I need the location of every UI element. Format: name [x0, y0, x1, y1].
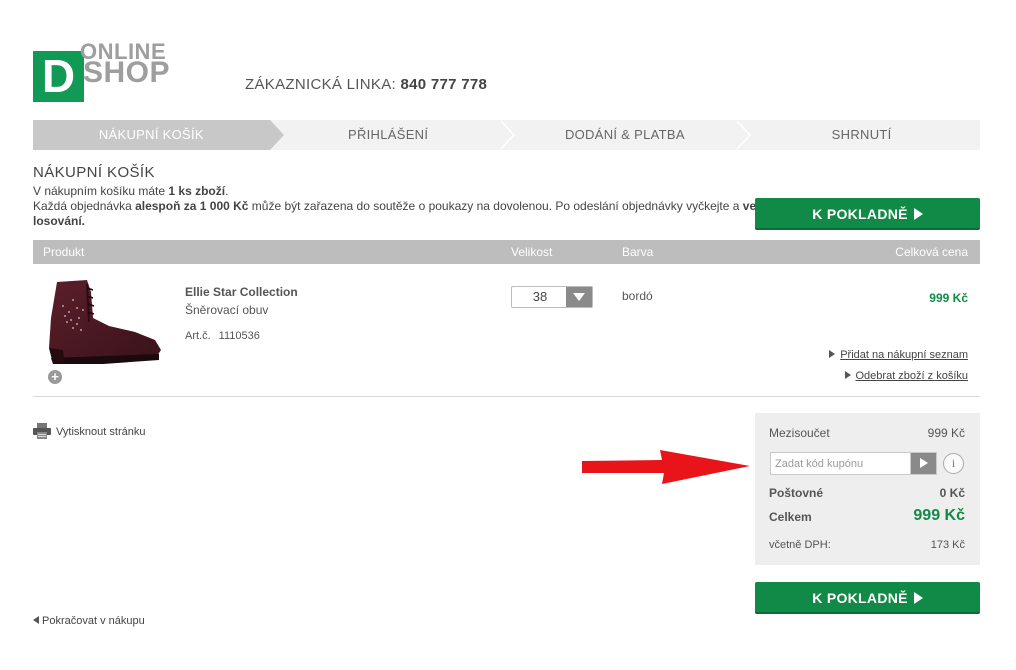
burgundy-ankle-boot-image[interactable]	[43, 278, 165, 366]
arrow-right-icon	[844, 371, 851, 379]
coupon-submit-button[interactable]	[910, 453, 936, 474]
remove-from-cart-link[interactable]: Odebrat zboží z košíku	[844, 370, 969, 382]
step-cart-label: NÁKUPNÍ KOŠÍK	[98, 127, 204, 142]
red-arrow-annotation	[582, 450, 750, 484]
product-type: Šněrovací obuv	[185, 303, 269, 317]
checkout-button-label: K POKLADNĚ	[812, 206, 908, 222]
product-name[interactable]: Ellie Star Collection	[185, 285, 298, 299]
size-select[interactable]: 38	[511, 286, 593, 308]
hotline-number: 840 777 778	[400, 76, 488, 93]
total-label: Celkem	[769, 510, 812, 524]
arrow-left-icon	[33, 616, 39, 624]
product-price: 999 Kč	[929, 291, 968, 305]
step-login-label: PŘIHLÁŠENÍ	[347, 127, 429, 142]
play-icon	[913, 208, 923, 220]
printer-icon	[33, 423, 51, 439]
customer-hotline: ZÁKAZNICKÁ LINKA: 840 777 778	[245, 76, 487, 93]
logo-letter: D	[41, 50, 76, 102]
checkout-steps: NÁKUPNÍ KOŠÍK PŘIHLÁŠENÍ DODÁNÍ & PLATBA…	[33, 120, 980, 150]
divider	[33, 396, 980, 397]
arrow-right-icon	[829, 350, 836, 358]
vat-label: včetně DPH:	[769, 539, 831, 551]
play-icon	[913, 592, 923, 604]
promo-line-2: losování.	[33, 214, 86, 228]
hotline-label: ZÁKAZNICKÁ LINKA:	[245, 76, 396, 93]
article-label: Art.č.	[185, 330, 211, 342]
chevron-down-icon[interactable]	[566, 287, 592, 307]
checkout-button-bottom[interactable]: K POKLADNĚ	[755, 582, 980, 614]
logo[interactable]: D ONLINE SHOP	[33, 38, 183, 104]
step-delivery-payment[interactable]: DODÁNÍ & PLATBA	[507, 120, 752, 150]
shipping-value: 0 Kč	[939, 486, 965, 500]
product-color: bordó	[622, 289, 653, 303]
checkout-button-top[interactable]: K POKLADNĚ	[755, 198, 980, 230]
add-to-wishlist-link[interactable]: Přidat na nákupní seznam	[829, 349, 968, 361]
total-value: 999 Kč	[913, 507, 965, 524]
page-title: NÁKUPNÍ KOŠÍK	[33, 164, 155, 181]
cart-info: V nákupním košíku máte 1 ks zboží. Každá…	[33, 184, 763, 229]
continue-shopping-label: Pokračovat v nákupu	[42, 615, 145, 627]
cart-table-header: Produkt Velikost Barva Celková cena	[33, 240, 980, 264]
vat-value: 173 Kč	[930, 539, 965, 551]
promo-line: Každá objednávka alespoň za 1 000 Kč můž…	[33, 199, 757, 213]
subtotal-value: 999 Kč	[927, 426, 965, 440]
info-icon[interactable]: i	[943, 453, 964, 474]
product-article: Art.č. 1110536	[185, 330, 260, 342]
coupon-field	[770, 452, 937, 475]
vat-row: včetně DPH: 173 Kč	[769, 539, 965, 551]
article-number: 1110536	[218, 330, 260, 342]
cart-count-line: V nákupním košíku máte 1 ks zboží.	[33, 184, 229, 198]
remove-from-cart-label: Odebrat zboží z košíku	[855, 370, 969, 382]
continue-shopping-link[interactable]: Pokračovat v nákupu	[33, 615, 145, 627]
subtotal-row: Mezisoučet 999 Kč	[769, 426, 965, 440]
step-separator	[498, 120, 513, 150]
print-page-label: Vytisknout stránku	[56, 426, 146, 438]
plus-icon[interactable]: +	[48, 370, 62, 384]
coupon-input[interactable]	[771, 453, 909, 474]
col-price: Celková cena	[895, 245, 968, 259]
logo-shop-text: SHOP	[83, 56, 171, 89]
checkout-button-label: K POKLADNĚ	[812, 590, 908, 606]
add-to-wishlist-label: Přidat na nákupní seznam	[840, 349, 968, 361]
col-size: Velikost	[511, 245, 553, 259]
step-summary-label: SHRNUTÍ	[831, 127, 892, 142]
print-page-link[interactable]: Vytisknout stránku	[33, 423, 145, 439]
total-row: Celkem 999 Kč	[769, 507, 965, 524]
col-color: Barva	[622, 245, 654, 259]
step-cart[interactable]: NÁKUPNÍ KOŠÍK	[33, 120, 284, 150]
shipping-label: Poštovné	[769, 486, 824, 500]
col-product: Produkt	[43, 245, 85, 259]
step-login[interactable]: PŘIHLÁŠENÍ	[270, 120, 515, 150]
shipping-row: Poštovné 0 Kč	[769, 486, 965, 500]
step-summary[interactable]: SHRNUTÍ	[743, 120, 980, 150]
step-separator	[735, 120, 750, 150]
step-delivery-label: DODÁNÍ & PLATBA	[564, 127, 685, 142]
size-value: 38	[532, 289, 548, 304]
subtotal-label: Mezisoučet	[769, 426, 830, 440]
order-summary: Mezisoučet 999 Kč i Poštovné 0 Kč Celkem…	[755, 413, 980, 565]
